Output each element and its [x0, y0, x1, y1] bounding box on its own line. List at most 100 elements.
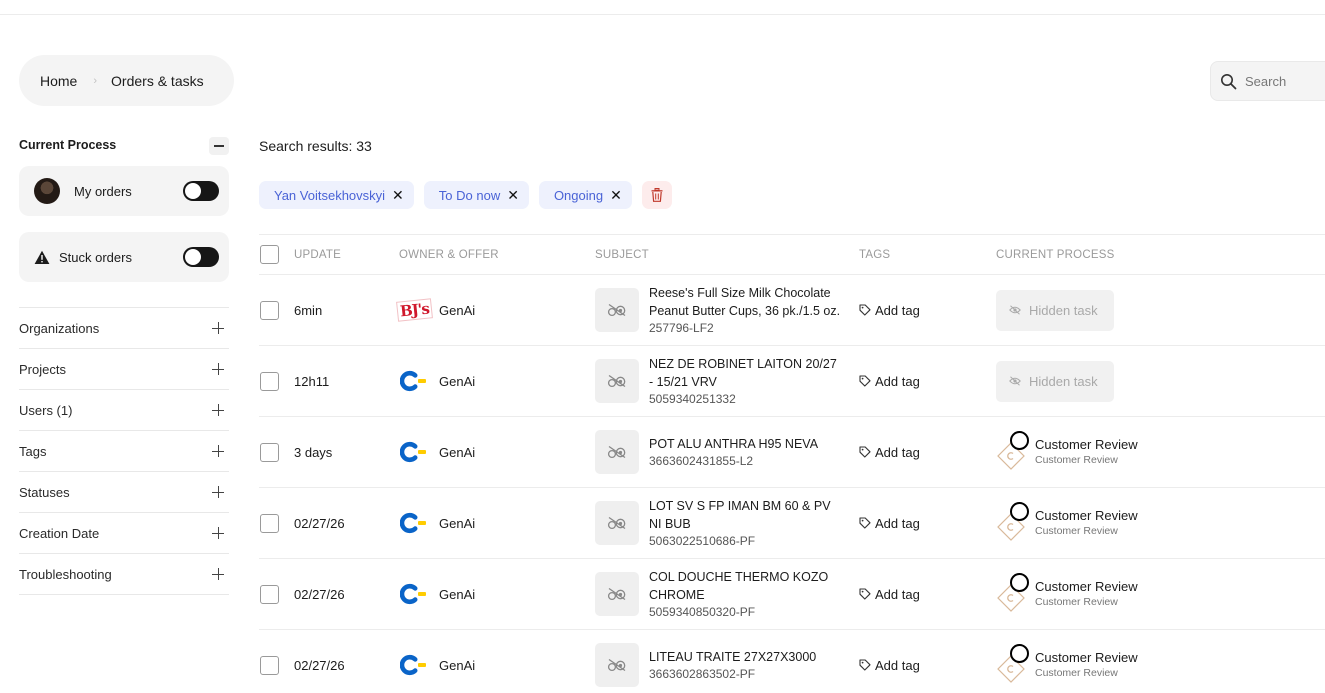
hidden-task-button[interactable]: Hidden task	[996, 289, 1114, 331]
stuck-orders-label: Stuck orders	[59, 249, 132, 265]
add-tag-button[interactable]: Add tag	[859, 630, 920, 693]
tag-icon	[859, 446, 871, 458]
row-owner: BJ's GenAi	[395, 275, 475, 345]
plus-icon[interactable]	[212, 322, 224, 334]
tag-icon	[859, 588, 871, 600]
column-current-process[interactable]: CURRENT PROCESS	[996, 235, 1114, 274]
row-subject[interactable]: Reese's Full Size Milk Chocolate Peanut …	[595, 275, 844, 345]
table-row[interactable]: 3 days GenAi POT ALU ANTHRA H95 NEVA 3663…	[259, 417, 1325, 488]
filter-item[interactable]: Projects	[19, 349, 229, 390]
my-orders-label: My orders	[74, 183, 132, 199]
avatar	[34, 178, 60, 204]
owner-name: GenAi	[439, 657, 476, 673]
filter-chip[interactable]: To Do now ✕	[423, 181, 529, 209]
add-tag-label: Add tag	[875, 586, 920, 602]
table-row[interactable]: 02/27/26 GenAi LOT SV S FP IMAN BM 60 & …	[259, 488, 1325, 559]
add-tag-button[interactable]: Add tag	[859, 488, 920, 558]
plus-icon[interactable]	[212, 527, 224, 539]
close-icon[interactable]: ✕	[610, 187, 622, 204]
select-all-checkbox[interactable]	[260, 245, 279, 264]
product-thumbnail	[595, 572, 639, 616]
row-checkbox[interactable]	[260, 371, 279, 391]
filter-label: Statuses	[19, 484, 70, 500]
add-tag-button[interactable]: Add tag	[859, 275, 920, 345]
table-row[interactable]: 02/27/26 GenAi LITEAU TRAITE 27X27X3000 3…	[259, 630, 1325, 693]
product-thumbnail	[595, 359, 639, 403]
row-subject[interactable]: LITEAU TRAITE 27X27X3000 3663602863502-PF	[595, 630, 844, 693]
eye-off-icon	[1009, 305, 1021, 315]
search-input[interactable]	[1245, 73, 1325, 89]
process-status[interactable]: Customer Review Customer Review	[996, 431, 1138, 472]
filter-item[interactable]: Organizations	[19, 308, 229, 349]
row-checkbox[interactable]	[260, 584, 279, 604]
row-update: 02/27/26	[294, 515, 345, 531]
plus-icon[interactable]	[212, 363, 224, 375]
my-orders-toggle[interactable]	[183, 181, 219, 201]
plus-icon[interactable]	[212, 486, 224, 498]
row-checkbox[interactable]	[260, 513, 279, 533]
add-tag-button[interactable]: Add tag	[859, 417, 920, 487]
plus-icon[interactable]	[212, 445, 224, 457]
process-status[interactable]: Customer Review Customer Review	[996, 644, 1138, 685]
process-label: Hidden task	[1029, 302, 1098, 318]
process-status[interactable]: Customer Review Customer Review	[996, 573, 1138, 614]
row-checkbox[interactable]	[260, 655, 279, 675]
process-label: Customer Review	[1035, 508, 1138, 523]
table-row[interactable]: 02/27/26 GenAi COL DOUCHE THERMO KOZO CH…	[259, 559, 1325, 630]
filter-item[interactable]: Troubleshooting	[19, 554, 229, 595]
process-sub: Customer Review	[1035, 454, 1118, 466]
clear-filters-button[interactable]	[641, 181, 672, 209]
filter-item[interactable]: Users (1)	[19, 390, 229, 431]
tag-icon	[859, 517, 871, 529]
row-update: 12h11	[294, 373, 330, 389]
add-tag-label: Add tag	[875, 302, 920, 318]
row-subject[interactable]: LOT SV S FP IMAN BM 60 & PV NI BUB 506302…	[595, 488, 844, 558]
filter-item[interactable]: Tags	[19, 431, 229, 472]
plus-icon[interactable]	[212, 404, 224, 416]
row-subject[interactable]: NEZ DE ROBINET LAITON 20/27 - 15/21 VRV 5…	[595, 346, 844, 416]
subject-title: NEZ DE ROBINET LAITON 20/27 - 15/21 VRV	[649, 356, 837, 389]
column-subject[interactable]: SUBJECT	[595, 235, 649, 274]
filter-chip[interactable]: Yan Voitsekhovskyi ✕	[259, 181, 414, 209]
add-tag-label: Add tag	[875, 515, 920, 531]
column-update[interactable]: UPDATE	[294, 235, 341, 274]
trash-icon	[651, 188, 663, 202]
breadcrumb-current: Orders & tasks	[111, 72, 204, 89]
row-update: 6min	[294, 302, 323, 318]
subject-sku: 3663602431855-L2	[649, 453, 754, 468]
hidden-task-button[interactable]: Hidden task	[996, 360, 1114, 402]
row-subject[interactable]: POT ALU ANTHRA H95 NEVA 3663602431855-L2	[595, 417, 844, 487]
row-checkbox[interactable]	[260, 300, 279, 320]
filter-item[interactable]: Statuses	[19, 472, 229, 513]
process-status[interactable]: Customer Review Customer Review	[996, 502, 1138, 543]
close-icon[interactable]: ✕	[507, 187, 519, 204]
eye-off-icon	[1009, 376, 1021, 386]
breadcrumb-home[interactable]: Home	[40, 73, 77, 89]
subject-title: LOT SV S FP IMAN BM 60 & PV NI BUB	[649, 498, 831, 531]
column-owner-offer[interactable]: OWNER & OFFER	[399, 235, 499, 274]
row-checkbox[interactable]	[260, 442, 279, 462]
product-thumbnail	[595, 288, 639, 332]
process-sub: Customer Review	[1035, 667, 1118, 679]
filter-item[interactable]: Creation Date	[19, 513, 229, 554]
add-tag-button[interactable]: Add tag	[859, 559, 920, 629]
table-row[interactable]: 6min BJ's GenAi Reese's Full Size Milk Ch…	[259, 275, 1325, 346]
filter-chip[interactable]: Ongoing ✕	[538, 181, 632, 209]
stuck-orders-toggle[interactable]	[183, 247, 219, 267]
chip-label: Yan Voitsekhovskyi	[274, 187, 386, 203]
product-thumbnail	[595, 501, 639, 545]
column-tags[interactable]: TAGS	[859, 235, 890, 274]
add-tag-button[interactable]: Add tag	[859, 346, 920, 416]
filter-label: Tags	[19, 443, 47, 459]
subject-title: Reese's Full Size Milk Chocolate Peanut …	[649, 285, 841, 318]
collapse-button[interactable]	[209, 137, 229, 155]
row-subject[interactable]: COL DOUCHE THERMO KOZO CHROME 50593408503…	[595, 559, 844, 629]
row-current-process: Hidden task	[996, 275, 1114, 345]
process-avatar	[996, 502, 1031, 543]
table-header: UPDATE OWNER & OFFER SUBJECT TAGS CURREN…	[259, 234, 1325, 275]
close-icon[interactable]: ✕	[392, 187, 404, 204]
table-row[interactable]: 12h11 GenAi NEZ DE ROBINET LAITON 20/27 …	[259, 346, 1325, 417]
plus-icon[interactable]	[212, 568, 224, 580]
row-owner: GenAi	[399, 630, 475, 693]
c-logo	[399, 583, 429, 605]
